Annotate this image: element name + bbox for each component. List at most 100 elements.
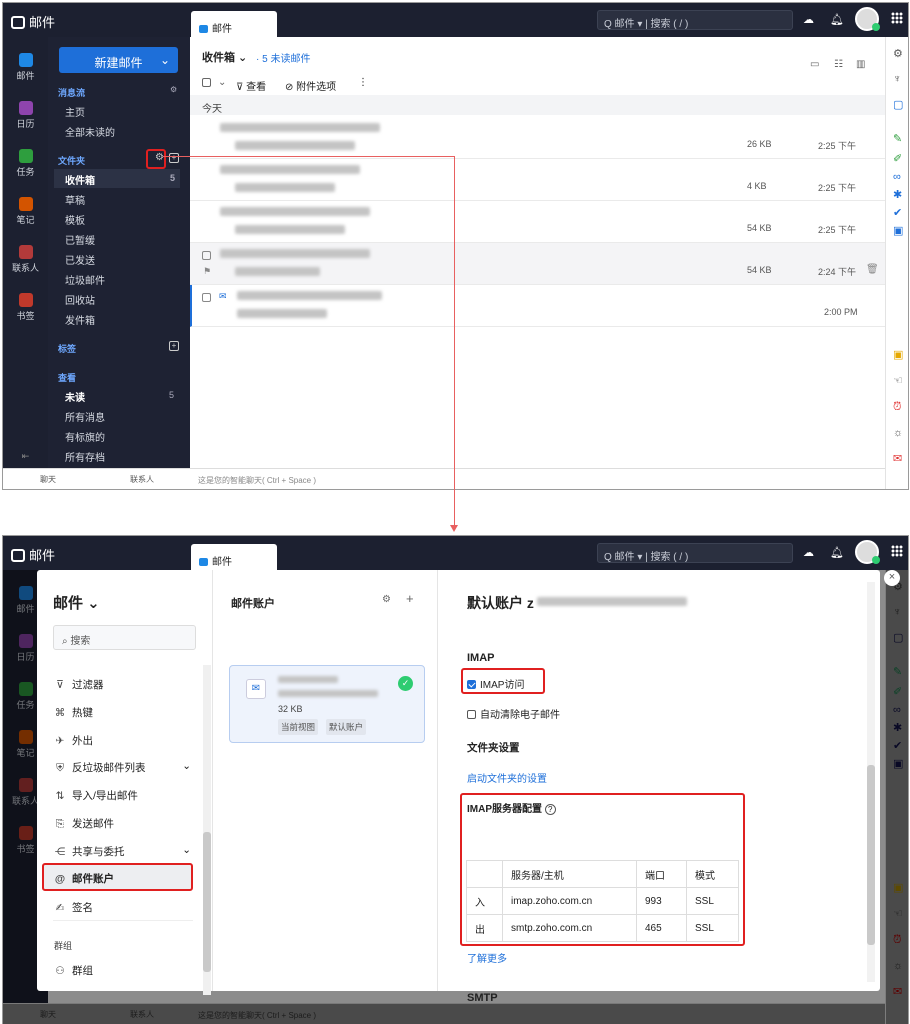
alarm-icon[interactable]: ⏰︎ <box>893 401 905 413</box>
columns-icon[interactable]: ▥ <box>856 59 865 70</box>
stream-settings-icon[interactable]: ⚙ <box>170 85 177 94</box>
sidebar-item-outbox[interactable]: 发件箱 <box>65 312 95 327</box>
rail-bookmarks[interactable]: 书签 <box>3 293 48 322</box>
rail-contacts[interactable]: 联系人 <box>3 245 48 274</box>
sidebar-item-spam[interactable]: 垃圾邮件 <box>65 272 105 287</box>
new-mail-button[interactable]: 新建邮件 ⌄ <box>59 47 178 73</box>
row-checkbox[interactable] <box>202 251 211 260</box>
contacts-link[interactable]: 联系人 <box>130 474 154 485</box>
collapse-icon[interactable]: ⇤ <box>3 451 48 462</box>
link-icon[interactable]: ∞ <box>893 171 905 183</box>
tab-mail[interactable]: 邮件 <box>191 544 277 570</box>
sidebar-item-flagged[interactable]: 有标旗的 <box>65 429 105 444</box>
hand-icon[interactable]: ☜ <box>893 375 905 387</box>
app-logo[interactable]: 邮件 <box>11 12 55 31</box>
trash-icon[interactable]: 🗑︎ <box>866 264 879 275</box>
cloud-icon[interactable]: ☁ <box>803 546 814 559</box>
sidebar-item-all-messages[interactable]: 所有消息 <box>65 409 105 424</box>
rail-tasks[interactable]: 任务 <box>3 149 48 178</box>
sidebar-item-drafts[interactable]: 草稿 <box>65 192 85 207</box>
sidebar-item-trash[interactable]: 回收站 <box>65 292 95 307</box>
search-input[interactable]: Q 邮件 ▾ | 搜索 ( / ) <box>597 10 793 30</box>
list-item[interactable]: 54 KB 2:25 下午 <box>190 201 885 243</box>
enable-folder-link[interactable]: 启动文件夹的设置 <box>467 770 547 785</box>
rail-calendar[interactable]: 日历 <box>3 101 48 130</box>
add-note-icon[interactable]: ▣ <box>893 349 905 361</box>
cloud-icon[interactable]: ☁ <box>803 13 814 26</box>
image-icon[interactable]: ▣ <box>893 225 905 237</box>
learn-more-link[interactable]: 了解更多 <box>467 950 507 965</box>
menu-hotkeys[interactable]: ⌘ 热键 <box>54 705 93 720</box>
bell-icon[interactable]: 🔔︎ <box>830 546 844 559</box>
list-item[interactable]: ⚑ 54 KB 2:24 下午 🗑︎ <box>190 243 885 285</box>
tab-mail[interactable]: 邮件 <box>191 11 277 37</box>
select-all-checkbox[interactable] <box>202 78 211 87</box>
menu-send-mail[interactable]: ⎘ 发送邮件 <box>54 816 114 831</box>
add-tag-icon[interactable]: + <box>169 341 179 351</box>
list-item[interactable]: 4 KB 2:25 下午 <box>190 159 885 201</box>
merge-icon[interactable]: ♆ <box>893 73 905 85</box>
details-scroll-thumb[interactable] <box>867 765 875 945</box>
menu-groups[interactable]: ⚇ 群组 <box>54 963 93 978</box>
rail-notes[interactable]: 笔记 <box>3 197 48 226</box>
account-card[interactable]: ✉ 32 KB 当前视图 默认账户 ✓ <box>229 665 425 743</box>
sidebar-item-snoozed[interactable]: 已暂缓 <box>65 232 95 247</box>
settings-search-input[interactable]: ⌕ 搜索 <box>53 625 196 650</box>
row-checkbox[interactable] <box>202 293 211 302</box>
settings-title[interactable]: 邮件 ⌄ <box>53 592 100 613</box>
divider <box>53 920 193 921</box>
avatar[interactable] <box>855 540 880 564</box>
menu-import-export[interactable]: ⇅ 导入/导出邮件 <box>54 788 138 803</box>
check-icon[interactable]: ✔ <box>893 207 905 219</box>
chat-link[interactable]: 聊天 <box>40 474 56 485</box>
close-icon[interactable]: × <box>884 570 900 586</box>
menu-spam-list[interactable]: ⛨ 反垃圾邮件列表 ⌄ <box>54 760 191 775</box>
chevron-down-icon[interactable]: ⌄ <box>218 77 226 88</box>
pin-icon[interactable]: ✎ <box>893 133 905 145</box>
flag-icon[interactable]: ⚑ <box>203 266 211 277</box>
chat-input[interactable]: 这是您的智能聊天( Ctrl + Space ) <box>198 475 316 486</box>
badge-default-account: 默认账户 <box>326 719 367 735</box>
apps-grid-icon[interactable] <box>891 545 903 557</box>
bell-icon[interactable]: 🔔︎ <box>830 13 844 26</box>
chat-icon[interactable]: ✉ <box>893 453 905 465</box>
edit-icon[interactable]: ✐ <box>893 153 905 165</box>
auto-delete-checkbox[interactable]: 自动清除电子邮件 <box>467 706 560 721</box>
search-input[interactable]: Q 邮件 ▾ | 搜索 ( / ) <box>597 543 793 563</box>
chevron-down-icon[interactable]: ⌄ <box>160 53 170 67</box>
add-account-icon[interactable]: + <box>406 591 414 606</box>
sidebar-item-sent[interactable]: 已发送 <box>65 252 95 267</box>
sidebar-item-archived[interactable]: 所有存档 <box>65 449 105 464</box>
menu-signature[interactable]: ✍ 签名 <box>54 900 93 915</box>
account-settings-icon[interactable]: ⚙ <box>382 594 391 605</box>
window-icon[interactable]: ▢ <box>893 99 905 111</box>
rail-mail[interactable]: 邮件 <box>3 53 48 82</box>
apps-grid-icon[interactable] <box>891 12 903 24</box>
sidebar-item-templates[interactable]: 模板 <box>65 212 85 227</box>
avatar[interactable] <box>855 7 880 31</box>
chevron-down-icon[interactable]: ⌄ <box>182 844 191 856</box>
list-icon[interactable]: ☷ <box>834 59 843 70</box>
sidebar-item-unread[interactable]: 未读 <box>65 389 85 404</box>
add-folder-icon[interactable]: + <box>169 153 179 163</box>
attachment-options[interactable]: ⊘ 附件选项 <box>285 78 336 93</box>
app-logo[interactable]: 邮件 <box>11 545 55 564</box>
sidebar-item-home[interactable]: 主页 <box>65 104 85 119</box>
folder-name[interactable]: 收件箱 ⌄ <box>202 49 247 65</box>
menu-scroll-thumb[interactable] <box>203 832 211 972</box>
sun-icon[interactable]: ☼ <box>893 427 905 439</box>
menu-out-of-office[interactable]: ✈ 外出 <box>54 733 93 748</box>
sidebar-item-all-unread[interactable]: 全部未读的 <box>65 124 115 139</box>
more-icon[interactable]: ⋮ <box>358 77 368 88</box>
settings-icon[interactable]: ⚙ <box>893 48 905 60</box>
list-item[interactable]: 26 KB 2:25 下午 <box>190 117 885 159</box>
puzzle-icon[interactable]: ✱ <box>893 189 905 201</box>
menu-share-delegate[interactable]: ⋲ 共享与委托 ⌄ <box>54 844 191 859</box>
menu-filter[interactable]: ⊽ 过滤器 <box>54 677 103 692</box>
view-filter[interactable]: ⊽ 查看 <box>236 78 266 93</box>
list-item[interactable]: ✉ 2:00 PM <box>190 285 885 327</box>
unread-link[interactable]: · 5 未读邮件 <box>256 50 310 65</box>
chevron-down-icon[interactable]: ⌄ <box>182 760 191 772</box>
sidebar-item-inbox[interactable]: 收件箱 5 <box>54 169 180 188</box>
layout-icon[interactable]: ▭ <box>810 59 819 70</box>
